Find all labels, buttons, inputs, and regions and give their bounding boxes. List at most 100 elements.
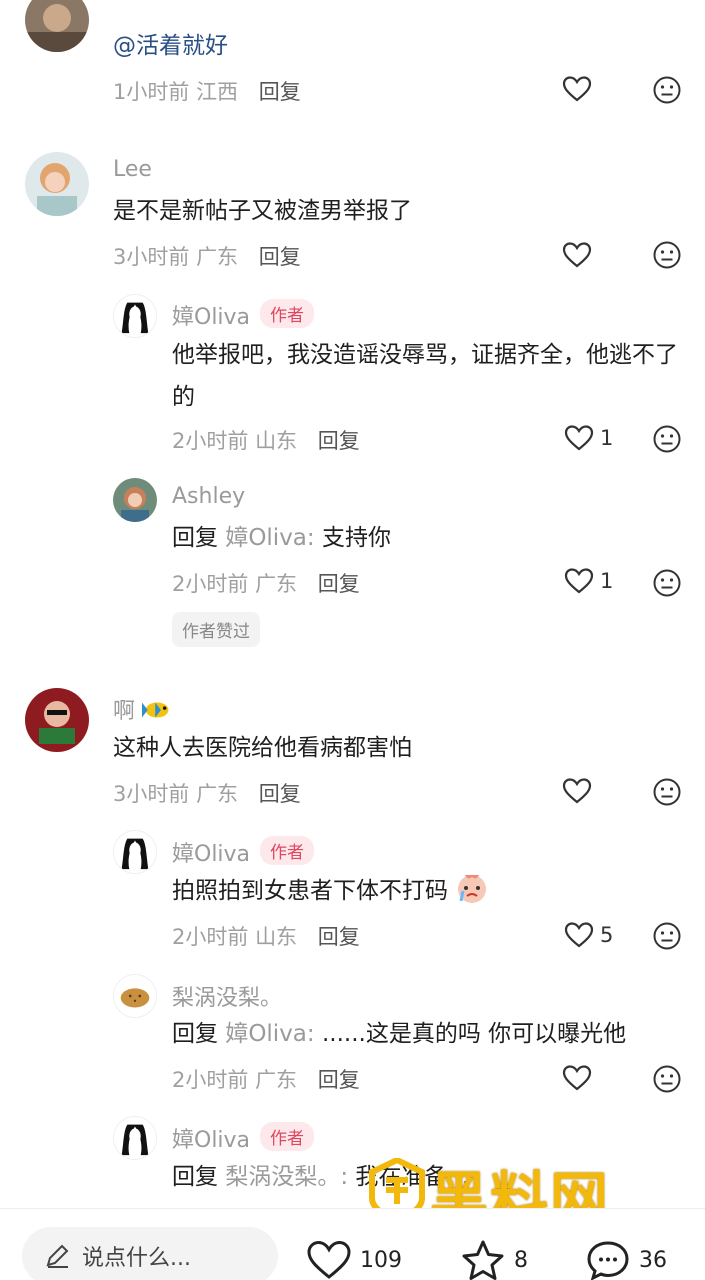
comment-text: 这种人去医院给他看病都害怕 <box>113 735 412 761</box>
avatar[interactable] <box>113 830 157 874</box>
avatar[interactable] <box>25 152 89 216</box>
commenter-name-text: 嫜Oliva <box>172 305 251 330</box>
commenter-name-text: 嫜Oliva <box>172 842 251 867</box>
bottom-action-bar: 说点什么... 109 8 36 <box>0 1208 705 1280</box>
comment-text: @活着就好 <box>113 33 228 59</box>
reply-button[interactable]: 回复 <box>318 572 360 596</box>
comment-text: 回复 梨涡没梨。: 我在准备... <box>172 1156 469 1198</box>
comment-meta: 2小时前 山东 回复 <box>172 921 360 951</box>
like-button[interactable]: 1 <box>564 424 613 452</box>
comment-text: 是不是新帖子又被渣男举报了 <box>113 198 412 224</box>
neutral-face-icon <box>653 778 681 806</box>
neutral-face-icon <box>653 425 681 453</box>
emoji-reply-button[interactable] <box>652 424 682 454</box>
reply-prefix: 回复 <box>172 525 218 551</box>
comment-time: 1小时前 <box>113 80 190 104</box>
comment-meta: 2小时前 广东 回复 <box>172 568 360 598</box>
reply-to-user[interactable]: 梨涡没梨。: <box>225 1164 348 1190</box>
pencil-icon <box>46 1244 69 1268</box>
like-button[interactable]: 1 <box>564 567 613 595</box>
avatar[interactable] <box>25 0 89 52</box>
collect-button[interactable]: 8 <box>460 1239 528 1280</box>
emoji-reply-button[interactable] <box>652 1064 682 1094</box>
emoji-reply-button[interactable] <box>652 777 682 807</box>
emoji-reply-button[interactable] <box>652 75 682 105</box>
commenter-name-text: 啊 <box>113 699 136 724</box>
heart-icon <box>564 568 594 594</box>
comment-input-placeholder: 说点什么... <box>82 1246 191 1271</box>
commenter-name[interactable]: 嫜Oliva 作者 <box>172 299 315 331</box>
like-count: 5 <box>600 923 614 947</box>
comment-location: 江西 <box>196 80 239 104</box>
comment-time: 2小时前 <box>172 429 249 453</box>
neutral-face-icon <box>653 569 681 597</box>
heart-icon <box>562 242 592 268</box>
comment-time: 2小时前 <box>172 1068 249 1092</box>
avatar[interactable] <box>25 688 89 752</box>
star-icon <box>462 1240 504 1280</box>
neutral-face-icon <box>653 1065 681 1093</box>
avatar[interactable] <box>113 974 157 1018</box>
crying-face-icon <box>458 875 487 903</box>
reply-button[interactable]: 回复 <box>318 1068 360 1092</box>
like-button[interactable]: 5 <box>564 921 613 949</box>
heart-icon <box>562 1065 592 1091</box>
commenter-name[interactable]: 梨涡没梨。 <box>172 980 282 1012</box>
reply-prefix: 回复 <box>172 1164 218 1190</box>
comment-input[interactable]: 说点什么... <box>22 1227 278 1280</box>
comment-meta: 2小时前 山东 回复 <box>172 425 360 455</box>
emoji-reply-button[interactable] <box>652 921 682 951</box>
emoji-reply-button[interactable] <box>652 568 682 598</box>
commenter-name[interactable]: 嫜Oliva 作者 <box>172 1122 315 1154</box>
collect-count: 8 <box>514 1247 528 1273</box>
author-tag: 作者 <box>260 1122 315 1151</box>
emoji-reply-button[interactable] <box>652 240 682 270</box>
avatar[interactable] <box>113 1116 157 1160</box>
reply-content: 拍照拍到女患者下体不打码 <box>172 878 448 904</box>
commenter-name[interactable]: 啊 <box>113 693 176 725</box>
commenter-name[interactable]: Ashley <box>172 484 245 509</box>
reply-button[interactable]: 回复 <box>259 782 301 806</box>
comment-text: 回复 嫜Oliva: ......这是真的吗 你可以曝光他 <box>172 1013 626 1055</box>
comment-location: 广东 <box>196 245 239 269</box>
comment-text: 拍照拍到女患者下体不打码 <box>172 870 489 912</box>
heart-icon <box>307 1240 351 1279</box>
comment-text: 回复 嫜Oliva: 支持你 <box>172 517 391 559</box>
heart-icon <box>564 922 594 948</box>
author-tag: 作者 <box>260 836 315 865</box>
comment-location: 广东 <box>255 1068 298 1092</box>
reply-prefix: 回复 <box>172 1021 218 1047</box>
author-tag: 作者 <box>260 299 315 328</box>
reply-content: 支持你 <box>321 525 391 551</box>
like-button[interactable] <box>562 75 592 103</box>
like-button[interactable] <box>562 241 592 269</box>
like-count: 1 <box>600 426 614 450</box>
comment-meta: 3小时前 广东 回复 <box>113 241 301 271</box>
reply-to-user[interactable]: 嫜Oliva: <box>225 525 314 551</box>
reply-button[interactable]: 回复 <box>259 245 301 269</box>
like-post-button[interactable]: 109 <box>306 1239 402 1280</box>
comment-location: 广东 <box>255 572 298 596</box>
reply-button[interactable]: 回复 <box>318 429 360 453</box>
comment-text: 他举报吧，我没造谣没辱骂，证据齐全，他逃不了的 <box>172 342 678 410</box>
avatar[interactable] <box>113 294 157 338</box>
comment-location: 山东 <box>255 925 298 949</box>
comment-count: 36 <box>639 1247 667 1273</box>
reply-button[interactable]: 回复 <box>259 80 301 104</box>
like-button[interactable] <box>562 777 592 805</box>
like-count: 109 <box>360 1247 402 1273</box>
reply-content: ......这是真的吗 你可以曝光他 <box>321 1021 627 1047</box>
reply-button[interactable]: 回复 <box>318 925 360 949</box>
neutral-face-icon <box>653 241 681 269</box>
like-button[interactable] <box>562 1064 592 1092</box>
comment-time: 2小时前 <box>172 925 249 949</box>
commenter-name[interactable]: 嫜Oliva 作者 <box>172 836 315 868</box>
reply-to-user[interactable]: 嫜Oliva: <box>225 1021 314 1047</box>
comment-location: 山东 <box>255 429 298 453</box>
comment-button[interactable]: 36 <box>585 1239 667 1280</box>
avatar[interactable] <box>113 478 157 522</box>
neutral-face-icon <box>653 76 681 104</box>
commenter-name[interactable]: Lee <box>113 157 152 182</box>
reply-content: 我在准备... <box>355 1164 470 1190</box>
fish-icon <box>142 702 169 718</box>
